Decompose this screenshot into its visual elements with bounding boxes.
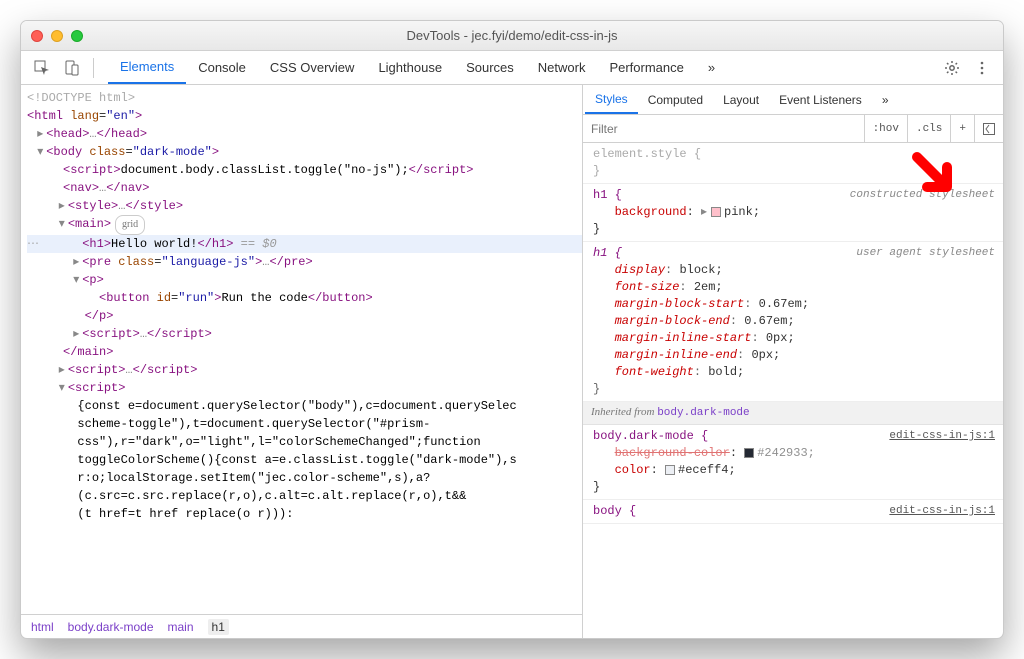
crumb-body[interactable]: body.dark-mode: [68, 620, 154, 634]
tab-elements[interactable]: Elements: [108, 51, 186, 84]
crumb-html[interactable]: html: [31, 620, 54, 634]
window-title: DevTools - jec.fyi/demo/edit-css-in-js: [21, 28, 1003, 43]
crumb-main[interactable]: main: [168, 620, 194, 634]
gear-icon[interactable]: [939, 55, 965, 81]
main-tabbar: Elements Console CSS Overview Lighthouse…: [21, 51, 1003, 85]
tab-css-overview[interactable]: CSS Overview: [258, 51, 367, 84]
script-nojs: document.body.classList.toggle("no-js");: [121, 163, 409, 177]
kebab-icon[interactable]: [969, 55, 995, 81]
source-link2[interactable]: edit-css-in-js:1: [889, 503, 995, 520]
tab-performance[interactable]: Performance: [597, 51, 695, 84]
divider: [93, 58, 94, 78]
filter-row: :hov .cls +: [583, 115, 1003, 143]
device-icon[interactable]: [59, 55, 85, 81]
dom-panel: <!DOCTYPE html> <html lang="en"> ▸<head>…: [21, 85, 583, 638]
tab-more[interactable]: »: [696, 51, 727, 84]
content-area: <!DOCTYPE html> <html lang="en"> ▸<head>…: [21, 85, 1003, 638]
cls-toggle[interactable]: .cls: [907, 115, 950, 142]
styles-list[interactable]: element.style { } constructed stylesheet…: [583, 143, 1003, 638]
tab-layout[interactable]: Layout: [713, 85, 769, 114]
main-tabs: Elements Console CSS Overview Lighthouse…: [108, 51, 727, 84]
tab-network[interactable]: Network: [526, 51, 598, 84]
body-rule[interactable]: edit-css-in-js:1 body {: [583, 500, 1003, 524]
breadcrumb[interactable]: html body.dark-mode main h1: [21, 614, 582, 638]
window-titlebar: DevTools - jec.fyi/demo/edit-css-in-js: [21, 21, 1003, 51]
tab-computed[interactable]: Computed: [638, 85, 713, 114]
tab-event-listeners[interactable]: Event Listeners: [769, 85, 872, 114]
tab-more-right[interactable]: »: [872, 85, 899, 114]
tab-lighthouse[interactable]: Lighthouse: [366, 51, 454, 84]
h1-ua-rule: user agent stylesheet h1 { display: bloc…: [583, 242, 1003, 402]
devtools-window: DevTools - jec.fyi/demo/edit-css-in-js E…: [20, 20, 1004, 639]
hov-toggle[interactable]: :hov: [864, 115, 907, 142]
tab-styles[interactable]: Styles: [585, 85, 638, 114]
panel-toggle-icon[interactable]: [974, 115, 1003, 142]
red-arrow-annotation: [911, 151, 957, 200]
tab-console[interactable]: Console: [186, 51, 258, 84]
crumb-h1[interactable]: h1: [208, 619, 229, 635]
doctype: <!DOCTYPE html>: [27, 91, 135, 105]
source-link[interactable]: edit-css-in-js:1: [889, 428, 995, 445]
dom-tree[interactable]: <!DOCTYPE html> <html lang="en"> ▸<head>…: [21, 85, 582, 614]
new-rule-button[interactable]: +: [950, 115, 974, 142]
source-ua: user agent stylesheet: [856, 245, 995, 262]
selected-node[interactable]: ⋯ <h1>Hello world!</h1> == $0: [27, 235, 582, 253]
filter-input[interactable]: [583, 122, 864, 136]
inspect-icon[interactable]: [29, 55, 55, 81]
body-dark-rule[interactable]: edit-css-in-js:1 body.dark-mode { backgr…: [583, 425, 1003, 500]
color-swatch-pink[interactable]: [711, 207, 721, 217]
tab-sources[interactable]: Sources: [454, 51, 526, 84]
inherited-from-label: Inherited from body.dark-mode: [583, 402, 1003, 425]
styles-tabbar: Styles Computed Layout Event Listeners »: [583, 85, 1003, 115]
grid-badge[interactable]: grid: [115, 215, 145, 235]
